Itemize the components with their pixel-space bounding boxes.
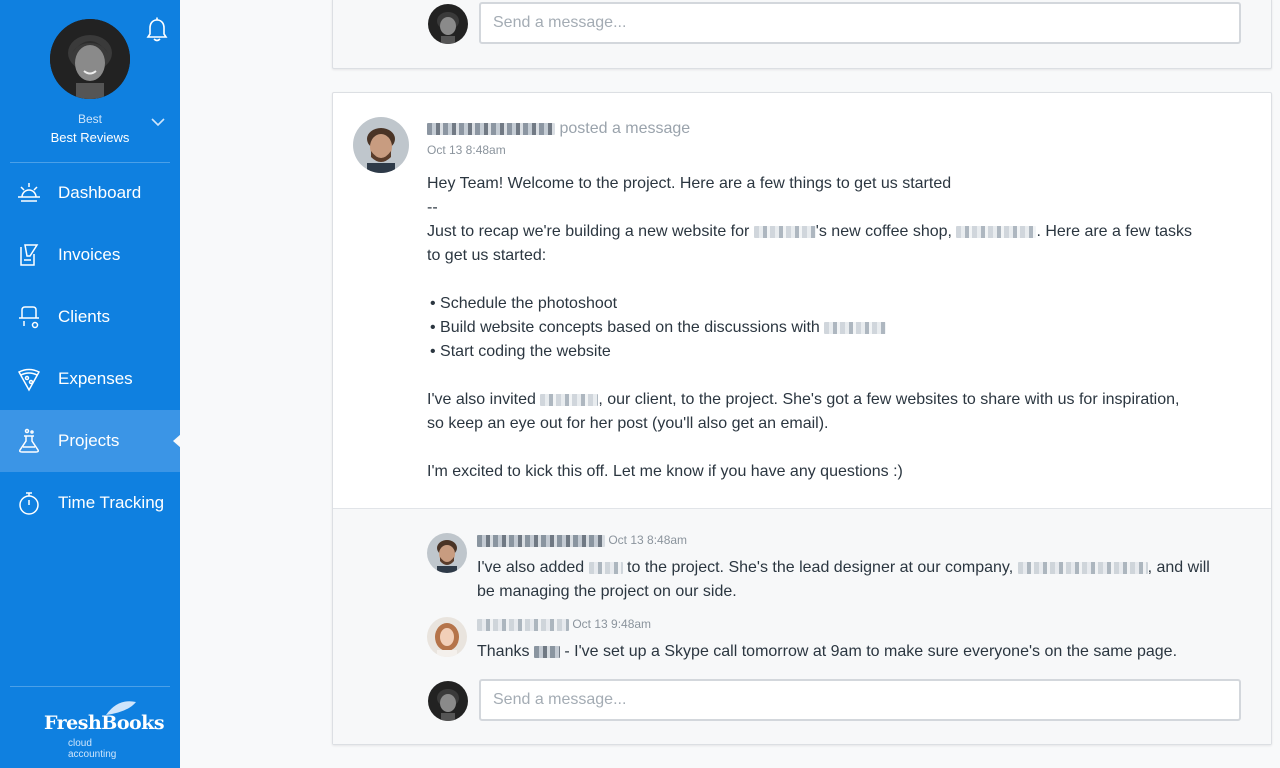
stopwatch-icon [16, 490, 42, 516]
user-avatar[interactable] [50, 19, 130, 99]
reply-text: I've also added to the project. She's th… [477, 559, 1210, 600]
bell-icon[interactable] [146, 17, 168, 43]
nav-label-dashboard: Dashboard [58, 183, 142, 202]
freshbooks-logo[interactable]: FreshBooks cloud accounting [44, 700, 165, 760]
logo-subtitle: cloud accounting [68, 738, 117, 760]
post-timestamp: Oct 13 8:48am [427, 143, 506, 157]
post-line: Just to recap we're building a new websi… [427, 223, 1193, 240]
nav-item-expenses[interactable]: Expenses [0, 348, 180, 410]
nav-item-projects[interactable]: Projects [0, 410, 181, 472]
reply-text: Thanks - I've set up a Skype call tomorr… [477, 643, 1178, 660]
nav-label-clients: Clients [58, 307, 110, 326]
divider [10, 686, 170, 687]
client-icon [16, 304, 42, 330]
nav-label-invoices: Invoices [58, 245, 121, 264]
post-line: to get us started: [427, 247, 547, 264]
reply-author-avatar [427, 533, 467, 573]
author-avatar [353, 117, 409, 173]
nav-label-expenses: Expenses [58, 369, 133, 388]
post-line: so keep an eye out for her post (you'll … [427, 415, 829, 432]
nav-item-invoices[interactable]: Invoices [0, 224, 180, 286]
current-user-avatar [428, 681, 468, 721]
sun-icon [16, 180, 42, 206]
nav-label-time-tracking: Time Tracking [58, 493, 165, 512]
post-line: I'm excited to kick this off. Let me kno… [427, 463, 903, 480]
sidebar: Best Best Reviews Dashboard Invoices Cli… [0, 0, 181, 768]
current-user-avatar [428, 4, 468, 44]
redacted-author-name [427, 122, 555, 135]
chevron-down-icon[interactable] [151, 114, 165, 127]
reply-header: Oct 13 9:48am [477, 617, 651, 631]
nav-item-clients[interactable]: Clients [0, 286, 180, 348]
pizza-icon [16, 366, 42, 392]
reply-timestamp: Oct 13 9:48am [572, 617, 652, 631]
post-action: posted a message [559, 120, 691, 137]
flask-icon [16, 428, 42, 454]
nav-item-time-tracking[interactable]: Time Tracking [0, 472, 180, 534]
post-line: -- [427, 199, 438, 216]
invoice-icon [16, 242, 42, 268]
bullet-item: • Start coding the website [430, 343, 611, 360]
previous-post-card [332, 0, 1272, 69]
reply-author-avatar [427, 617, 467, 657]
replies-section: Oct 13 8:48am I've also added to the pro… [333, 508, 1271, 744]
message-input[interactable] [479, 2, 1241, 44]
bullet-item: • Build website concepts based on the di… [427, 316, 1247, 340]
nav-item-dashboard[interactable]: Dashboard [0, 162, 180, 224]
bullet-item: • Schedule the photoshoot [430, 295, 618, 312]
reply-message-input[interactable] [479, 679, 1241, 721]
reply-timestamp: Oct 13 8:48am [608, 533, 688, 547]
post-line: I've also invited , our client, to the p… [427, 391, 1180, 408]
post-body: Hey Team! Welcome to the project. Here a… [427, 172, 1247, 484]
post-card: posted a message Oct 13 8:48am Hey Team!… [332, 92, 1272, 745]
post-header: posted a message [427, 120, 690, 138]
reply-header: Oct 13 8:48am [477, 533, 687, 547]
post-line: Hey Team! Welcome to the project. Here a… [427, 175, 952, 192]
business-name: Best Reviews [50, 130, 130, 145]
active-caret [173, 434, 181, 448]
nav-label-projects: Projects [58, 431, 120, 450]
logo-text: FreshBooks [44, 712, 165, 734]
